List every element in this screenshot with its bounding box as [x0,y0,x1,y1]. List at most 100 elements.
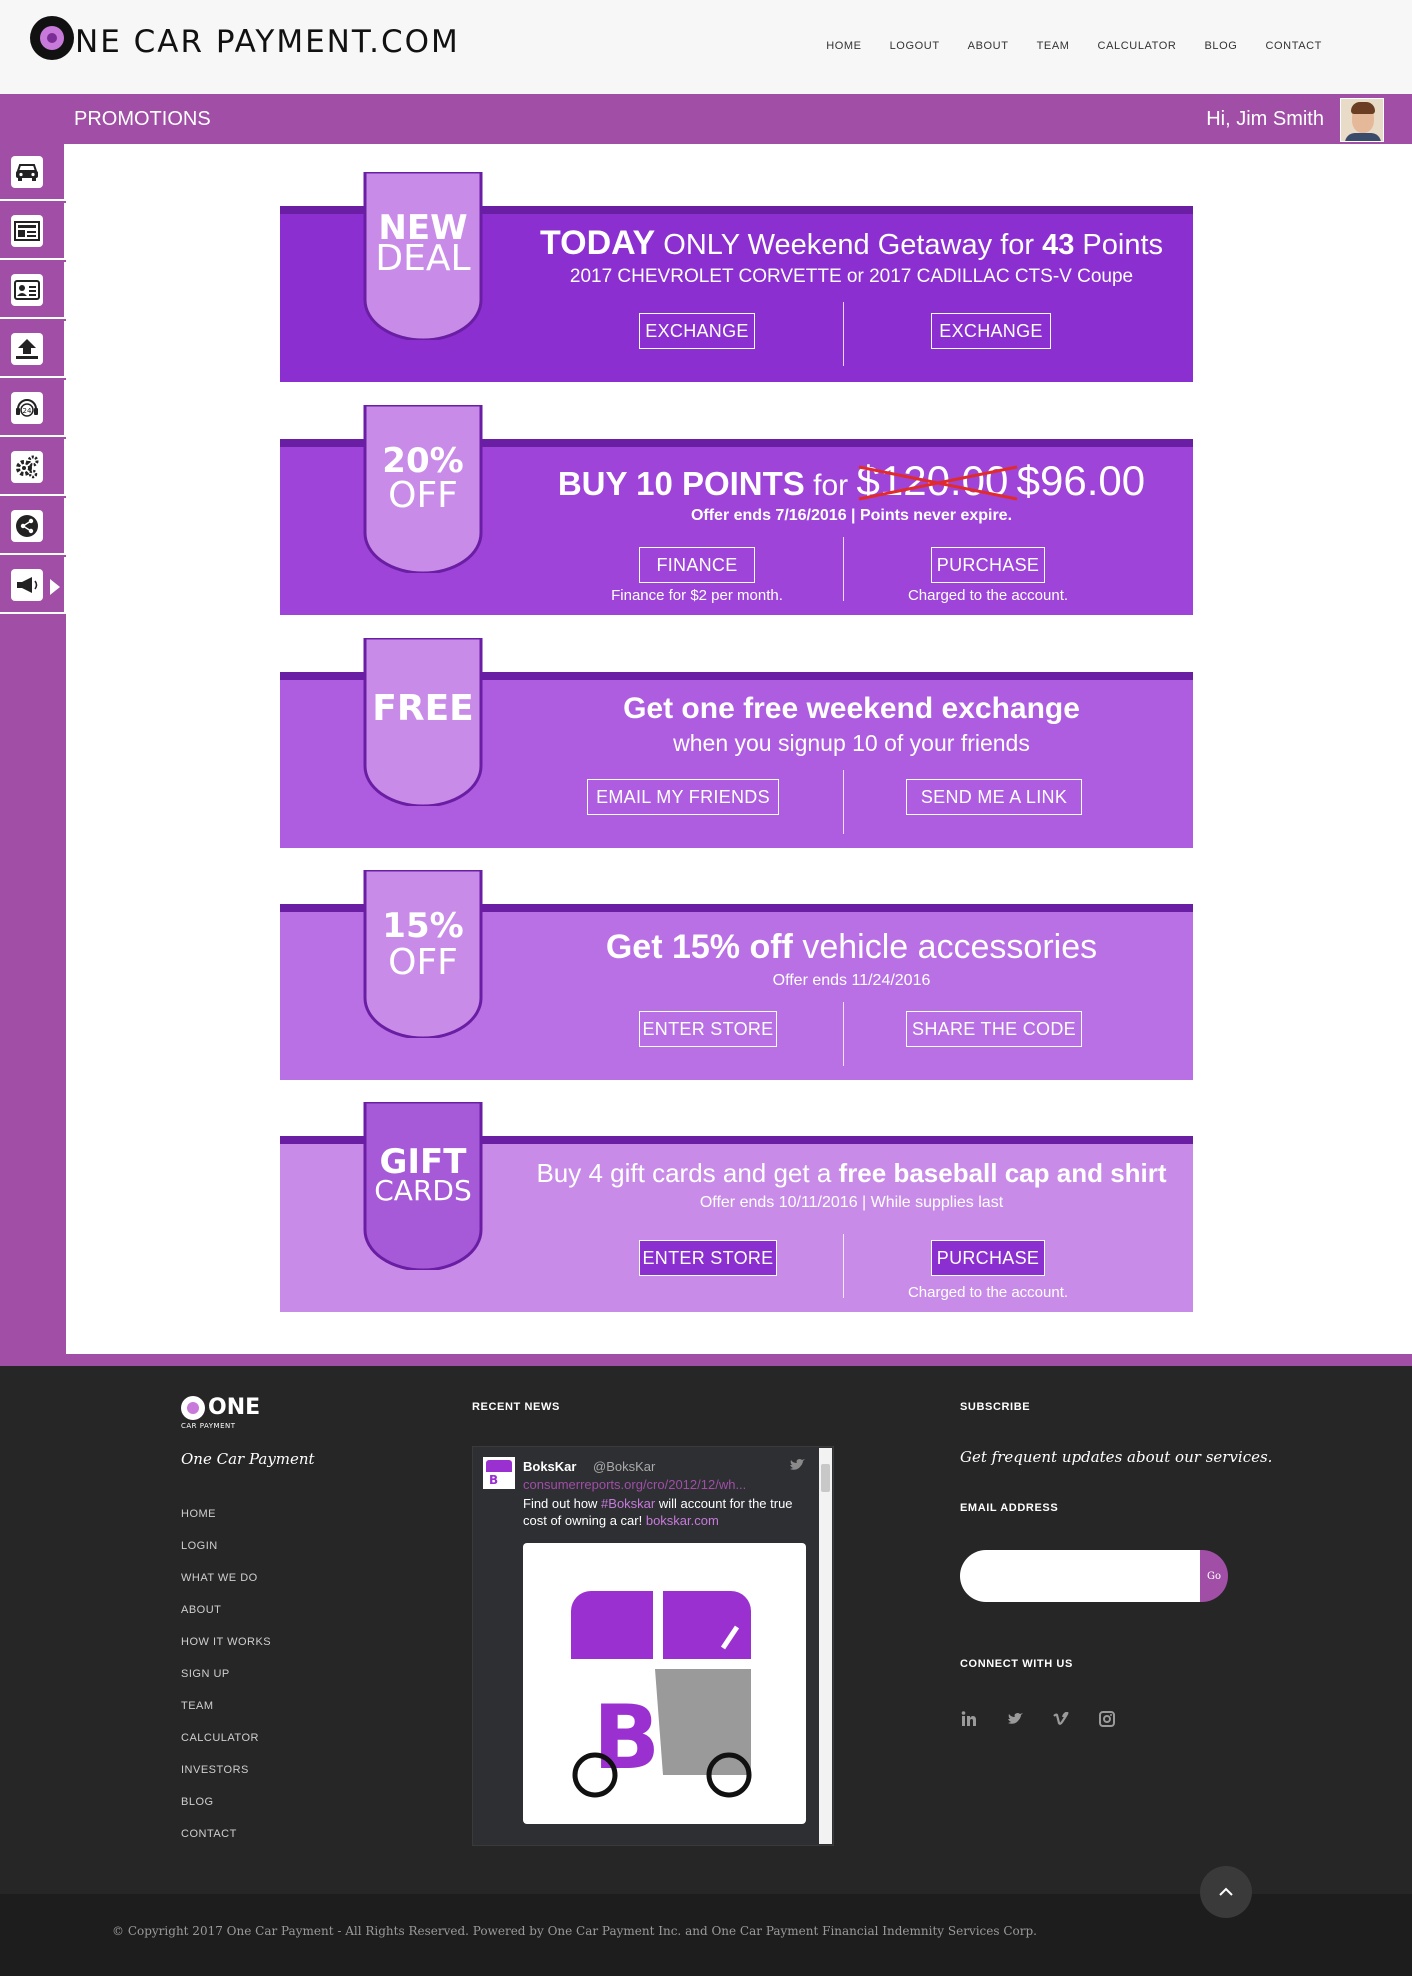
promo-headline: Buy 4 gift cards and get a free baseball… [536,1158,1167,1188]
promo-ribbon: 15% OFF [363,868,483,1040]
sidebar-item-support[interactable]: 24 [0,380,66,437]
promo-headline: TODAY ONLY Weekend Getaway for 43 Points [539,224,1164,262]
copyright-text: © Copyright 2017 One Car Payment - All R… [112,1924,1037,1938]
connect-heading: CONNECT WITH US [960,1658,1073,1670]
email-my-friends-button[interactable]: EMAIL MY FRIENDS [587,779,779,815]
car-icon [11,155,43,188]
sidebar-item-vehicles[interactable] [0,144,66,201]
id-card-icon [11,214,43,247]
divider [843,302,844,366]
tweet-text: Find out how #Bokskar will account for t… [523,1496,793,1528]
email-address-label: EMAIL ADDRESS [960,1502,1059,1514]
footer-link-login[interactable]: LOGIN [181,1540,218,1552]
contact-card-icon [11,273,43,306]
sidebar-item-contacts[interactable] [0,262,66,319]
footer-link-investors[interactable]: INVESTORS [181,1764,249,1776]
footer-link-blog[interactable]: BLOG [181,1796,214,1808]
share-icon [11,509,43,542]
vimeo-icon[interactable] [1052,1710,1070,1728]
sidebar-item-share[interactable] [0,498,66,555]
footer-link-home[interactable]: HOME [181,1508,216,1520]
sidebar: 24 [0,144,66,1362]
instagram-icon[interactable] [1098,1710,1116,1728]
subscribe-text: Get frequent updates about our services. [960,1448,1273,1466]
finance-note: Finance for $2 per month. [611,587,783,604]
footer-link-contact[interactable]: CONTACT [181,1828,237,1840]
avatar[interactable] [1340,98,1384,142]
sidebar-item-promotions[interactable] [0,557,66,614]
footer-link-team[interactable]: TEAM [181,1700,214,1712]
promo-ribbon: GIFT CARDS [363,1100,483,1272]
email-input[interactable] [960,1550,1202,1602]
footer-link-what-we-do[interactable]: WHAT WE DO [181,1572,258,1584]
twitter-bird-icon[interactable] [789,1457,805,1476]
divider [843,1002,844,1066]
nav-home[interactable]: HOME [826,40,861,52]
sidebar-item-settings[interactable] [0,439,66,496]
footer-link-calculator[interactable]: CALCULATOR [181,1732,259,1744]
purchase-button[interactable]: PURCHASE [931,547,1045,583]
tweet-handle[interactable]: @BoksKar [593,1459,655,1474]
back-to-top-button[interactable] [1200,1866,1252,1918]
divider [843,537,844,601]
divider [843,770,844,834]
go-button[interactable]: Go [1200,1550,1228,1602]
promo-sub: Offer ends 7/16/2016 | Points never expi… [690,507,1013,524]
site-logo[interactable]: NE CAR PAYMENT.COM [30,16,460,60]
promo-sub: Offer ends 11/24/2016 [772,972,931,989]
enter-store-button[interactable]: ENTER STORE [639,1240,777,1276]
logo-wheel-icon [30,16,74,60]
footer-link-how-it-works[interactable]: HOW IT WORKS [181,1636,271,1648]
footer-logo[interactable]: ONE CAR PAYMENT [181,1396,260,1430]
nav-about[interactable]: ABOUT [968,40,1009,52]
promo-ribbon: FREE [363,636,483,808]
svg-text:B: B [593,1686,660,1789]
promo-card-gift-cards: GIFT CARDS Buy 4 gift cards and get a fr… [280,1100,1193,1312]
enter-store-button[interactable]: ENTER STORE [639,1011,777,1047]
site-footer: ONE CAR PAYMENT One Car Payment HOME LOG… [0,1366,1412,1894]
footer-link-sign-up[interactable]: SIGN UP [181,1668,230,1680]
logo-text: NE CAR PAYMENT.COM [75,24,460,60]
upload-icon [11,332,43,365]
support-24-icon: 24 [11,391,43,424]
nav-logout[interactable]: LOGOUT [890,40,940,52]
finance-button[interactable]: FINANCE [639,547,755,583]
promo-card-free: FREE Get one free weekend exchange when … [280,636,1193,848]
promo-card-new-deal: NEW DEAL TODAY ONLY Weekend Getaway for … [280,170,1193,382]
footer-brand: One Car Payment [181,1450,315,1468]
svg-text:24: 24 [23,407,32,415]
promo-card-15-off: 15% OFF Get 15% off vehicle accessories … [280,868,1193,1080]
copyright-bar: © Copyright 2017 One Car Payment - All R… [0,1894,1412,1976]
old-price: $120.00 [857,457,1017,504]
tweet-avatar[interactable]: B [483,1457,515,1489]
promo-card-20-off: 20% OFF BUY 10 POINTS for $120.00 $96.00… [280,403,1193,615]
twitter-feed[interactable]: B BoksKar @BoksKar consumerreports.org/c… [472,1446,834,1846]
purchase-button[interactable]: PURCHASE [931,1240,1045,1276]
sidebar-item-profile[interactable] [0,203,66,260]
nav-contact[interactable]: CONTACT [1265,40,1322,52]
tweet-scrollbar[interactable] [819,1448,832,1844]
subscribe-heading: SUBSCRIBE [960,1401,1031,1413]
twitter-icon[interactable] [1006,1710,1024,1728]
exchange-cadillac-button[interactable]: EXCHANGE [931,313,1051,349]
tweet-link[interactable]: consumerreports.org/cro/2012/12/wh... [523,1477,808,1492]
recent-news-heading: RECENT NEWS [472,1401,560,1413]
linkedin-icon[interactable] [960,1710,978,1728]
nav-blog[interactable]: BLOG [1204,40,1237,52]
footer-link-about[interactable]: ABOUT [181,1604,221,1616]
sidebar-expand-arrow-icon[interactable] [50,579,60,595]
tweet-name[interactable]: BoksKar [523,1459,576,1474]
sidebar-item-upload[interactable] [0,321,66,378]
promo-headline: Get one free weekend exchange [623,692,1080,725]
nav-calculator[interactable]: CALCULATOR [1098,40,1177,52]
new-price: $96.00 [1016,457,1146,504]
purchase-note: Charged to the account. [907,587,1069,604]
share-the-code-button[interactable]: SHARE THE CODE [906,1011,1082,1047]
page-bar: PROMOTIONS Hi, Jim Smith [0,94,1412,144]
nav-team[interactable]: TEAM [1037,40,1070,52]
promo-sub: when you signup 10 of your friends [673,730,1030,756]
tweet-image[interactable]: B [523,1543,806,1824]
send-me-a-link-button[interactable]: SEND ME A LINK [906,779,1082,815]
exchange-corvette-button[interactable]: EXCHANGE [639,313,755,349]
promo-headline: Get 15% off vehicle accessories [605,928,1098,966]
